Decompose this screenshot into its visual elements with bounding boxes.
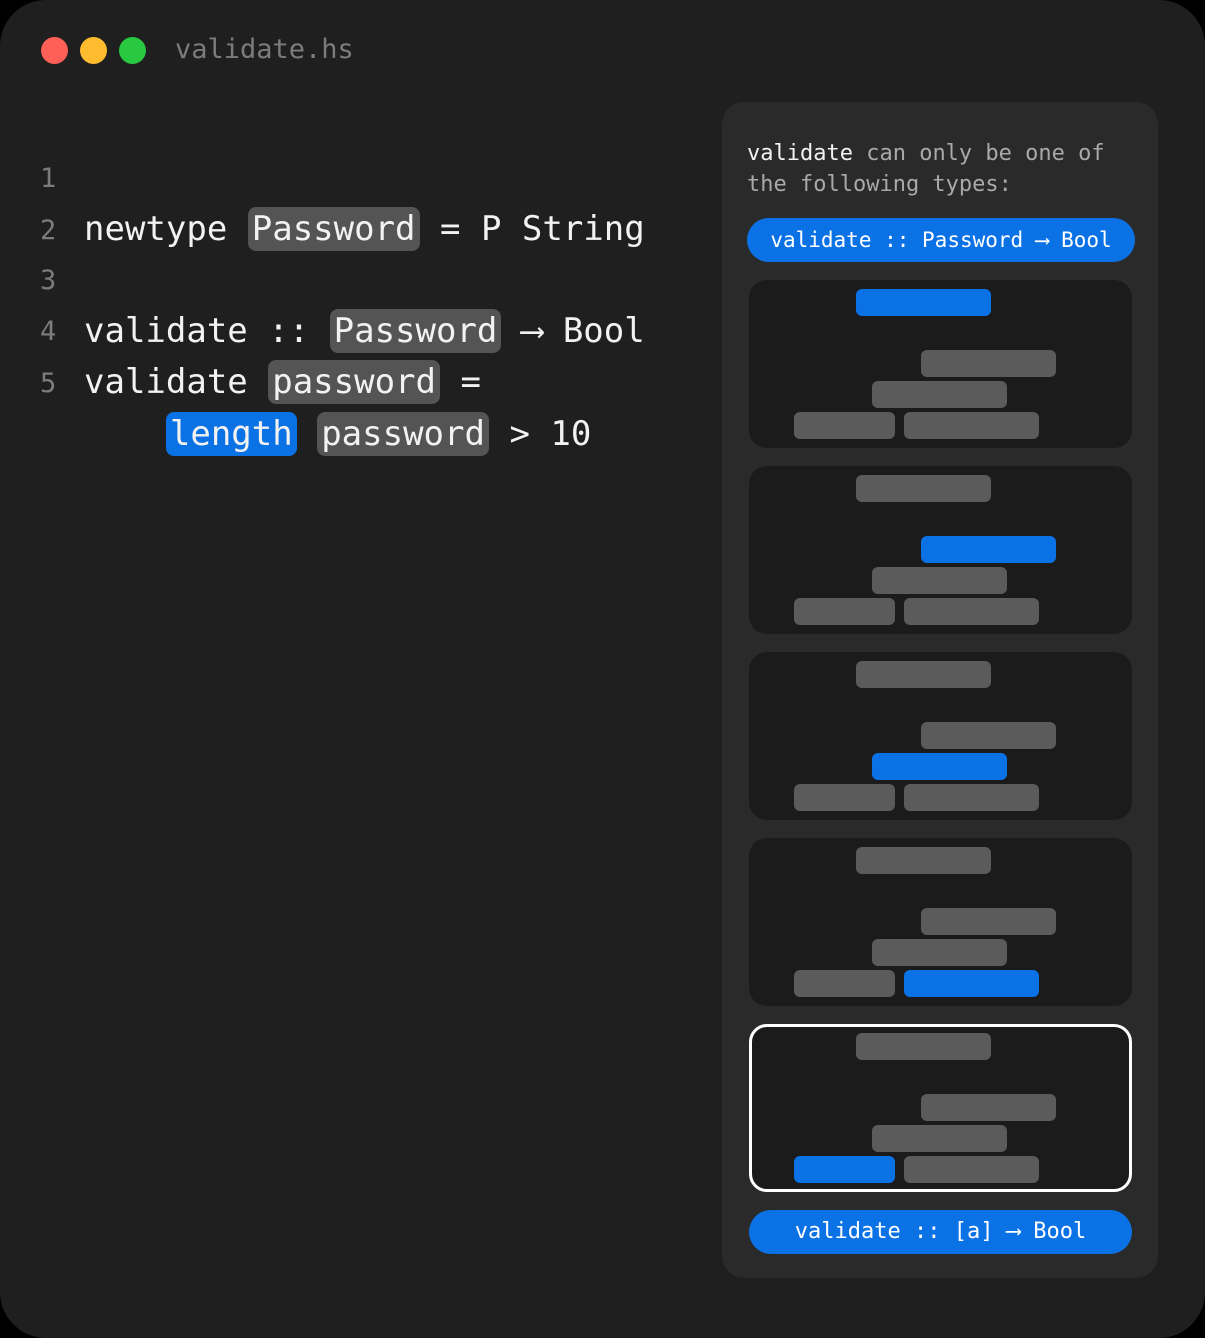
tree-node-bottom-left [794,1156,895,1183]
tree-node-bottom-right [904,412,1039,439]
description-keyword: validate [747,141,853,166]
tree-node-lower [872,939,1007,966]
tree-node-lower [872,567,1007,594]
tree-node-bottom-left [794,412,895,439]
tree-node-middle [921,722,1056,749]
tree-node-bottom-right [904,598,1039,625]
close-window-button[interactable] [41,37,68,64]
type-token[interactable]: Password [329,309,502,353]
tree-node-middle [921,1094,1056,1121]
tree-node-lower [872,753,1007,780]
tree-node-bottom-right [904,784,1039,811]
tree-node-middle [921,536,1056,563]
tree-node-bottom-right [904,970,1039,997]
variable-token[interactable]: password [317,412,489,456]
tree-node-bottom-right [904,1156,1039,1183]
tree-node-root [856,289,991,316]
code-line-2: 2 [0,154,123,246]
type-description: validate can only be one of the followin… [747,138,1147,200]
maximize-window-button[interactable] [119,37,146,64]
code-line-1: 1 newtype Password = P String [0,102,645,251]
line-number: 5 [40,368,57,399]
minimize-window-button[interactable] [80,37,107,64]
tree-node-root [856,847,991,874]
type-token[interactable]: Password [247,207,420,251]
tree-node-root [856,1033,991,1060]
variable-token[interactable]: password [268,360,440,404]
tree-node-lower [872,381,1007,408]
editor-window: validate.hs 1 newtype Password = P Strin… [0,0,1205,1338]
code-line-5: 5 length password > 10 [0,307,591,456]
type-tree-option-1[interactable] [749,280,1132,448]
current-type-signature: validate :: Password ⟶ Bool [747,218,1135,262]
type-tree-option-5-selected[interactable] [749,1024,1132,1192]
tree-node-lower [872,1125,1007,1152]
tree-node-bottom-left [794,598,895,625]
code-text: ⟶ Bool [501,311,645,351]
tree-node-bottom-left [794,970,895,997]
code-line-3: 3 validate :: Password ⟶ Bool [0,204,645,353]
selected-type-signature: validate :: [a] ⟶ Bool [749,1210,1132,1254]
type-info-panel: validate can only be one of the followin… [722,102,1158,1278]
file-title: validate.hs [175,34,354,65]
tree-node-root [856,475,991,502]
highlighted-token[interactable]: length [165,412,297,456]
tree-node-middle [921,908,1056,935]
type-tree-option-2[interactable] [749,466,1132,634]
tree-node-middle [921,350,1056,377]
code-text: = [440,362,481,402]
type-tree-option-3[interactable] [749,652,1132,820]
tree-node-root [856,661,991,688]
code-line-4: 4 validate password = [0,255,481,404]
code-text: = P String [419,209,645,249]
type-tree-option-4[interactable] [749,838,1132,1006]
code-text: > 10 [488,414,592,454]
tree-node-bottom-left [794,784,895,811]
